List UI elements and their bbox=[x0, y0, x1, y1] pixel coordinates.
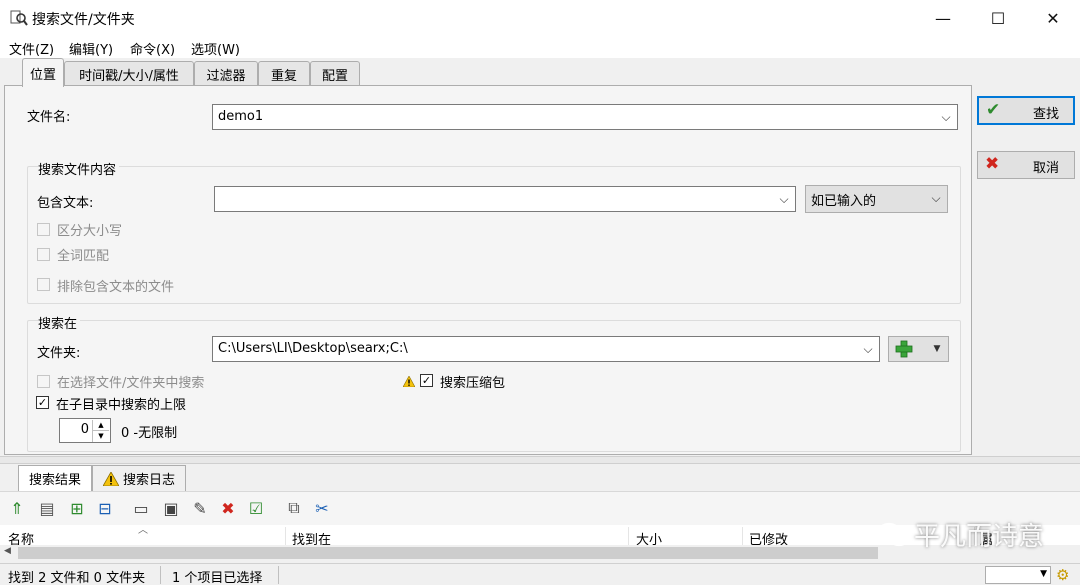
tab-search-results[interactable]: 搜索结果 bbox=[18, 465, 92, 491]
expand-icon[interactable]: ⊞ bbox=[66, 497, 88, 519]
depth-value: 0 bbox=[80, 422, 89, 437]
close-button[interactable]: ✕ bbox=[1030, 0, 1076, 36]
filter-settings-icon[interactable]: ⚙ bbox=[1056, 566, 1069, 584]
status-filter-dropdown[interactable]: ▼ bbox=[985, 566, 1051, 584]
move-up-icon[interactable]: ⇑ bbox=[6, 497, 28, 519]
search-in-title: 搜索在 bbox=[38, 313, 81, 332]
document-list-icon[interactable]: ▤ bbox=[36, 497, 58, 519]
status-divider bbox=[278, 566, 279, 584]
folder-value: C:\Users\LI\Desktop\searx;C:\ bbox=[218, 341, 408, 356]
exclude-matching-label: 排除包含文本的文件 bbox=[57, 280, 175, 295]
search-in-selection-label: 在选择文件/文件夹中搜索 bbox=[57, 376, 205, 391]
filename-label: 文件名: bbox=[27, 110, 71, 125]
spin-down-icon[interactable]: ▼ bbox=[92, 431, 109, 442]
exclude-matching-checkbox[interactable] bbox=[37, 278, 50, 291]
window-title: 搜索文件/文件夹 bbox=[32, 12, 135, 28]
filename-value: demo1 bbox=[218, 109, 264, 124]
encoding-value: 如已输入的 bbox=[811, 194, 877, 209]
menu-options[interactable]: 选项(W) bbox=[191, 39, 240, 58]
search-in-selection-checkbox[interactable] bbox=[37, 375, 50, 388]
column-divider[interactable] bbox=[285, 527, 286, 545]
menu-bar: 文件(Z) 编辑(Y) 命令(X) 选项(W) bbox=[0, 36, 1080, 58]
find-label: 查找 bbox=[1032, 107, 1059, 122]
content-group-title: 搜索文件内容 bbox=[38, 159, 120, 178]
depth-hint: 0 -无限制 bbox=[121, 426, 178, 441]
minimize-button[interactable]: — bbox=[920, 0, 966, 36]
column-divider[interactable] bbox=[628, 527, 629, 545]
filename-combobox[interactable]: demo1 ⌵ bbox=[212, 104, 958, 130]
triangle-down-icon: ▼ bbox=[933, 344, 941, 354]
status-summary: 找到 2 文件和 0 文件夹 bbox=[8, 571, 146, 585]
copy-icon[interactable]: ⧉ bbox=[283, 497, 305, 519]
plus-icon bbox=[895, 340, 913, 358]
checklist-icon[interactable]: ☑ bbox=[245, 497, 267, 519]
chevron-down-icon[interactable]: ⌵ bbox=[939, 108, 953, 126]
subdir-limit-label: 在子目录中搜索的上限 bbox=[56, 398, 187, 413]
minimize-icon: — bbox=[935, 8, 951, 28]
search-files-app-icon bbox=[10, 10, 28, 26]
search-log-label: 搜索日志 bbox=[123, 473, 176, 488]
title-bar: 搜索文件/文件夹 — ☐ ✕ bbox=[0, 0, 1080, 36]
triangle-down-icon: ▼ bbox=[1040, 569, 1047, 579]
cancel-button[interactable]: ✖ 取消 bbox=[977, 151, 1075, 179]
search-archives-checkbox[interactable]: ✓ bbox=[420, 374, 433, 387]
case-sensitive-label: 区分大小写 bbox=[57, 224, 123, 239]
checkmark-icon: ✓ bbox=[421, 374, 432, 387]
cancel-label: 取消 bbox=[1032, 161, 1059, 176]
status-selection: 1 个项目已选择 bbox=[172, 571, 263, 585]
warning-icon bbox=[403, 376, 415, 387]
tab-config[interactable]: 配置 bbox=[310, 61, 360, 86]
menu-command[interactable]: 命令(X) bbox=[130, 39, 175, 58]
find-button[interactable]: ✔ 查找 bbox=[977, 96, 1075, 125]
scroll-left-icon[interactable]: ◀ bbox=[4, 546, 11, 556]
maximize-button[interactable]: ☐ bbox=[975, 0, 1021, 36]
checkmark-icon: ✓ bbox=[37, 396, 48, 409]
add-folder-button[interactable]: ▼ bbox=[888, 336, 949, 362]
tab-strip: 位置 时间戳/大小/属性 过滤器 重复 配置 bbox=[0, 58, 1080, 87]
pane-splitter[interactable] bbox=[0, 456, 1080, 464]
menu-edit[interactable]: 编辑(Y) bbox=[69, 39, 113, 58]
scrollbar-thumb[interactable] bbox=[18, 547, 878, 559]
tab-timestamp-size-attributes[interactable]: 时间戳/大小/属性 bbox=[64, 61, 194, 86]
status-bar: 找到 2 文件和 0 文件夹 1 个项目已选择 ▼ ⚙ bbox=[0, 563, 1080, 585]
file-search-icon[interactable]: ▣ bbox=[160, 497, 182, 519]
whole-word-label: 全词匹配 bbox=[57, 249, 110, 264]
location-panel: 文件名: demo1 ⌵ 搜索文件内容 包含文本: ⌵ 如已输入的 ⌵ 区分大小… bbox=[4, 85, 972, 455]
sort-up-icon: ︿ bbox=[138, 525, 148, 536]
case-sensitive-checkbox[interactable] bbox=[37, 223, 50, 236]
warning-icon bbox=[103, 471, 119, 486]
menu-file[interactable]: 文件(Z) bbox=[9, 39, 54, 58]
tab-filters[interactable]: 过滤器 bbox=[194, 61, 258, 86]
contains-text-label: 包含文本: bbox=[37, 196, 94, 211]
contains-text-combobox[interactable]: ⌵ bbox=[214, 186, 796, 212]
file-edit-icon[interactable]: ✎ bbox=[189, 497, 211, 519]
depth-spinner[interactable]: 0 ▲ ▼ bbox=[59, 418, 111, 443]
spin-up-icon[interactable]: ▲ bbox=[92, 420, 109, 431]
chevron-down-icon[interactable]: ⌵ bbox=[861, 340, 875, 358]
search-archives-label: 搜索压缩包 bbox=[440, 376, 506, 391]
subdir-limit-checkbox[interactable]: ✓ bbox=[36, 396, 49, 409]
watermark-text: 平凡而诗意 bbox=[914, 522, 1045, 552]
collapse-icon[interactable]: ⊟ bbox=[94, 497, 116, 519]
chevron-down-icon[interactable]: ⌵ bbox=[929, 189, 943, 207]
tab-duplicates[interactable]: 重复 bbox=[258, 61, 310, 86]
whole-word-checkbox[interactable] bbox=[37, 248, 50, 261]
folder-label: 文件夹: bbox=[37, 346, 81, 361]
cut-icon[interactable]: ✂ bbox=[311, 497, 333, 519]
tab-search-log[interactable]: 搜索日志 bbox=[92, 465, 186, 491]
tab-location[interactable]: 位置 bbox=[22, 58, 64, 87]
chevron-down-icon[interactable]: ⌵ bbox=[777, 190, 791, 208]
column-divider[interactable] bbox=[742, 527, 743, 545]
search-results-label: 搜索结果 bbox=[29, 473, 82, 488]
close-icon: ✕ bbox=[1046, 8, 1060, 28]
folder-combobox[interactable]: C:\Users\LI\Desktop\searx;C:\ ⌵ bbox=[212, 336, 880, 362]
encoding-dropdown[interactable]: 如已输入的 ⌵ bbox=[805, 185, 948, 213]
maximize-icon: ☐ bbox=[990, 8, 1006, 28]
delete-icon[interactable]: ✖ bbox=[217, 497, 239, 519]
monitor-icon[interactable]: ▭ bbox=[130, 497, 152, 519]
status-divider bbox=[160, 566, 161, 584]
wechat-icon bbox=[876, 522, 910, 547]
